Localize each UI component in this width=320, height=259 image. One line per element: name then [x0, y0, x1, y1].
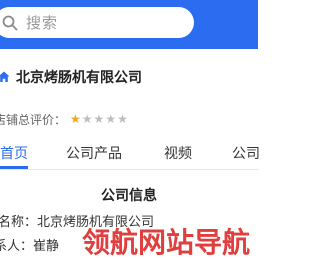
tab-company[interactable]: 公司: [232, 143, 260, 163]
tab-products[interactable]: 公司产品: [66, 143, 122, 163]
star-icon: ★: [81, 112, 93, 126]
search-input[interactable]: 搜索: [0, 7, 194, 38]
home-icon: [0, 71, 10, 82]
info-label: 系人：: [0, 239, 34, 254]
info-value: 崔静: [33, 239, 60, 254]
top-bar: 搜索: [0, 0, 258, 49]
info-row-contact: 系人：崔静: [0, 235, 59, 254]
star-icon: ★: [117, 112, 128, 126]
tab-bar: 首页 公司产品 视频 公司: [0, 139, 260, 170]
watermark-logo: 领航网站导航: [81, 225, 250, 259]
info-label: 名称：: [0, 215, 38, 230]
rating-stars: ★ ★ ★ ★ ★: [70, 113, 128, 125]
star-icon: ★: [105, 112, 117, 126]
star-icon: ★: [70, 112, 81, 126]
search-placeholder: 搜索: [26, 14, 59, 32]
search-icon: [2, 15, 18, 30]
tab-home[interactable]: 首页: [0, 143, 28, 163]
tab-videos[interactable]: 视频: [164, 143, 192, 163]
company-name: 北京烤肠机有限公司: [16, 70, 142, 86]
star-icon: ★: [93, 112, 105, 126]
rating-label: 店铺总评价：: [0, 112, 67, 127]
company-header: 北京烤肠机有限公司: [0, 62, 258, 92]
active-tab-indicator: [0, 166, 28, 169]
watermark-text: 领航网站导航: [82, 226, 250, 259]
store-rating: 店铺总评价： ★ ★ ★ ★ ★: [0, 109, 128, 129]
section-title: 公司信息: [101, 188, 157, 204]
